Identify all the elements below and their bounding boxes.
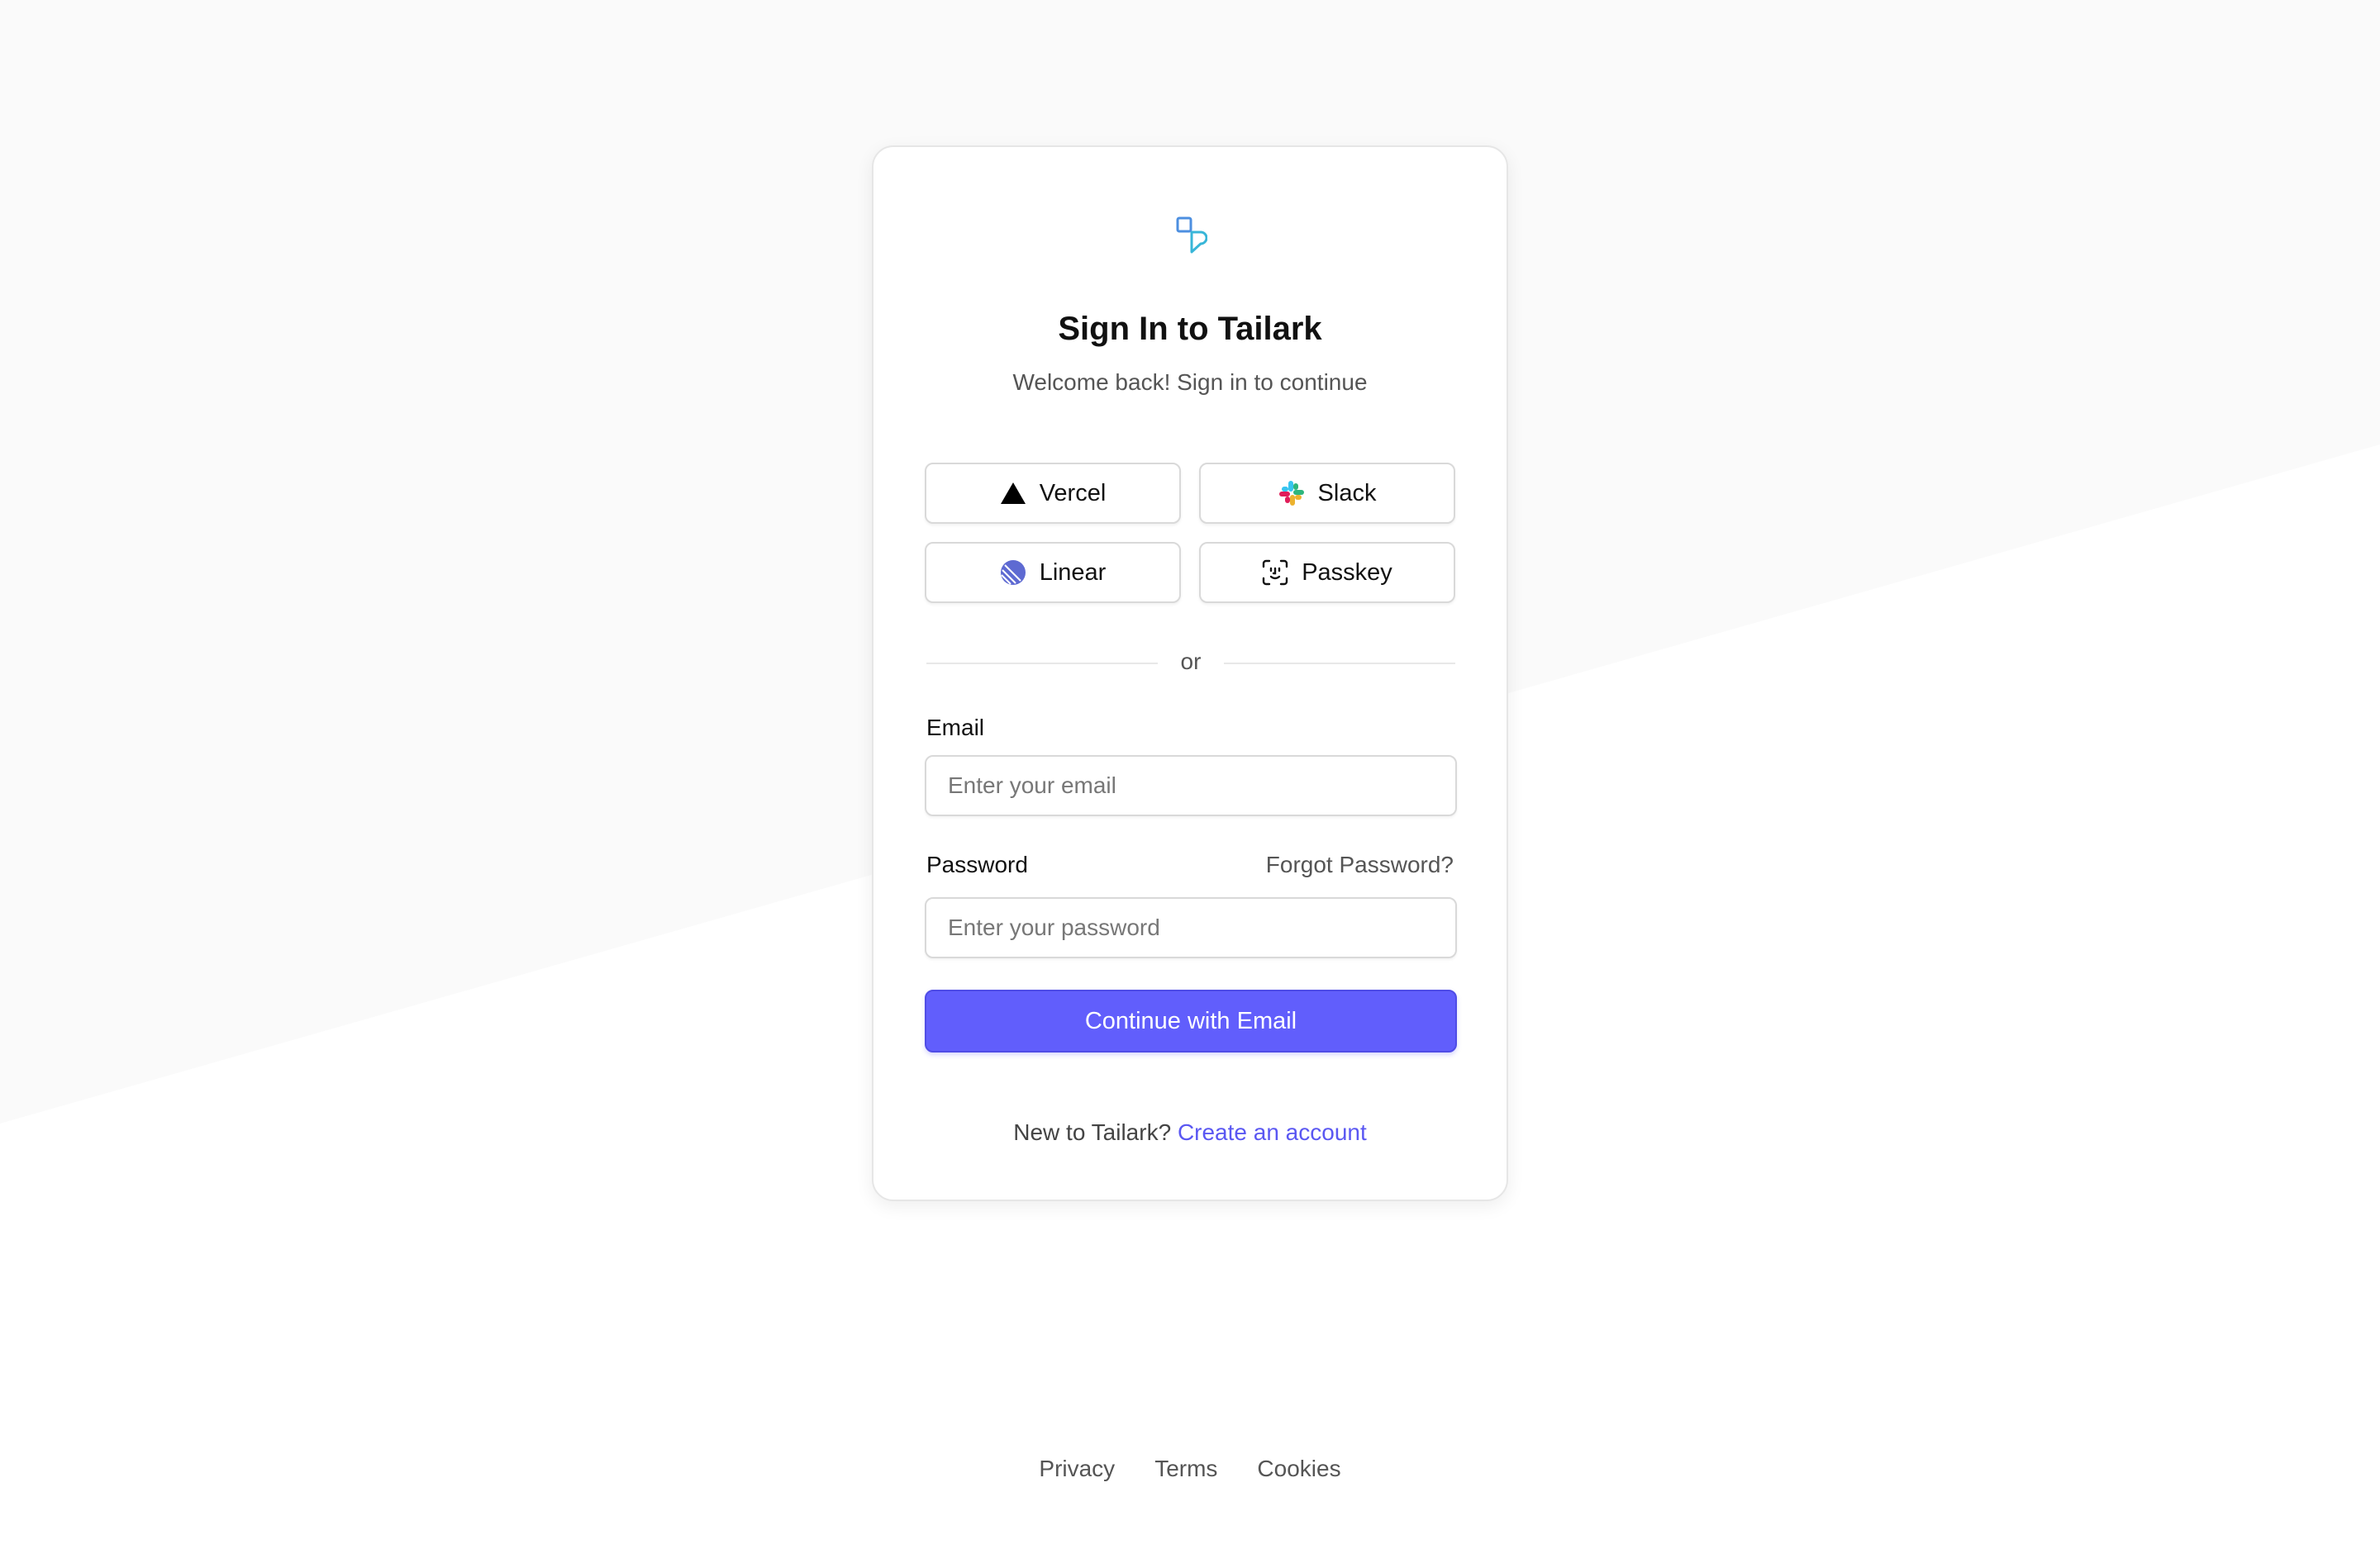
page-title: Sign In to Tailark — [1058, 311, 1322, 347]
privacy-link[interactable]: Privacy — [1039, 1456, 1115, 1482]
divider-or-text: or — [1180, 649, 1202, 674]
signup-prompt-row: New to Tailark? Create an account — [873, 1119, 1507, 1147]
passkey-button-label: Passkey — [1302, 558, 1392, 586]
vercel-triangle-icon — [1000, 482, 1026, 504]
face-scan-icon — [1262, 559, 1288, 586]
or-divider: or — [926, 646, 1455, 679]
vercel-signin-button[interactable]: Vercel — [925, 463, 1181, 524]
slack-button-label: Slack — [1317, 479, 1377, 506]
email-field[interactable] — [925, 755, 1457, 816]
forgot-password-link[interactable]: Forgot Password? — [1266, 851, 1454, 879]
slack-signin-button[interactable]: Slack — [1199, 463, 1455, 524]
linear-icon — [1000, 560, 1026, 585]
divider-line-right — [1224, 663, 1455, 664]
tailark-logo-icon — [1176, 216, 1207, 254]
passkey-signin-button[interactable]: Passkey — [1199, 542, 1455, 603]
password-label: Password — [926, 852, 1028, 877]
signup-prompt-text: New to Tailark? — [1013, 1119, 1178, 1145]
linear-button-label: Linear — [1039, 558, 1107, 586]
linear-signin-button[interactable]: Linear — [925, 542, 1181, 603]
create-account-link[interactable]: Create an account — [1178, 1119, 1367, 1145]
cookies-link[interactable]: Cookies — [1257, 1456, 1340, 1482]
slack-icon — [1278, 481, 1304, 506]
password-field[interactable] — [925, 897, 1457, 958]
sign-in-card: Sign In to Tailark Welcome back! Sign in… — [872, 145, 1508, 1201]
page-subtitle: Welcome back! Sign in to continue — [1012, 369, 1368, 395]
vercel-button-label: Vercel — [1039, 479, 1107, 506]
email-label: Email — [926, 715, 985, 740]
footer-links: Privacy Terms Cookies — [0, 1456, 2380, 1482]
continue-with-email-button[interactable]: Continue with Email — [925, 990, 1457, 1052]
terms-link[interactable]: Terms — [1154, 1456, 1217, 1482]
